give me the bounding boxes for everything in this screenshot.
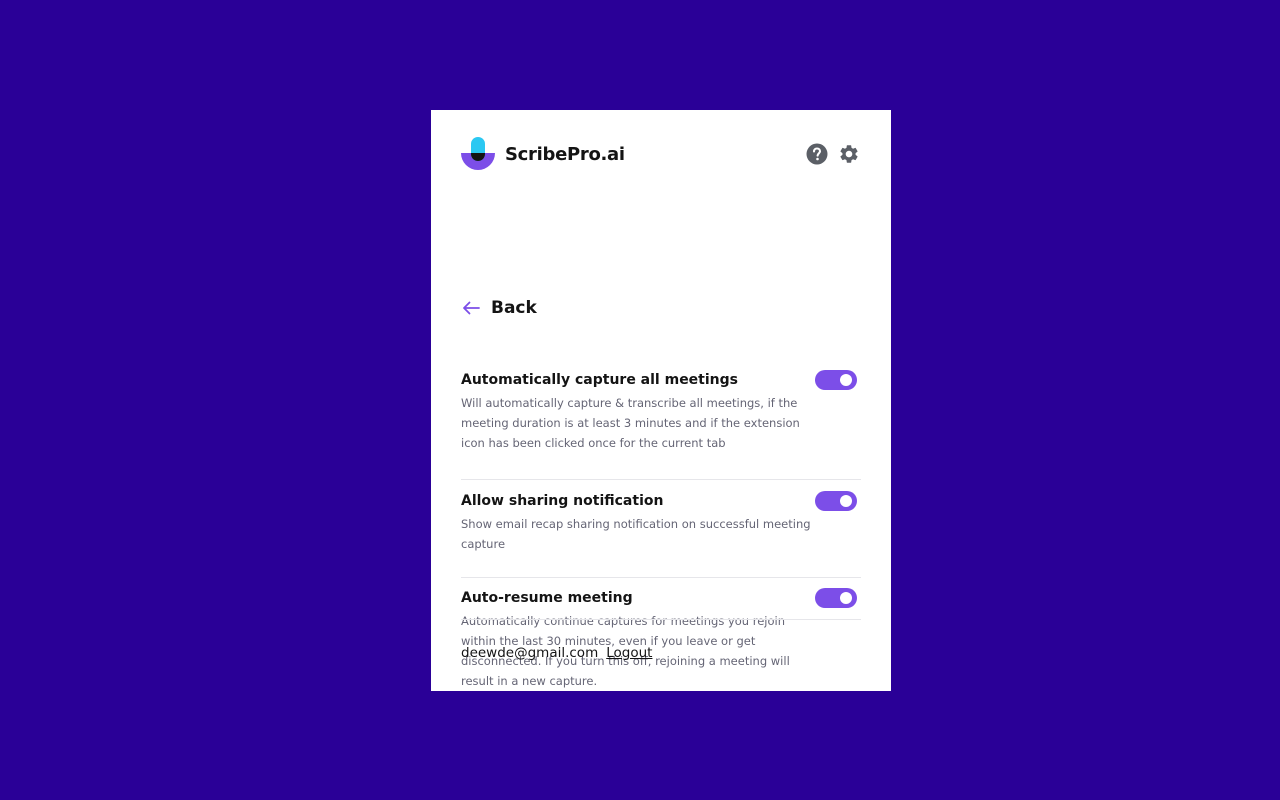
setting-description: Will automatically capture & transcribe … <box>461 396 800 450</box>
setting-title: Auto-resume meeting <box>461 590 633 606</box>
toggle-knob <box>840 495 852 507</box>
logout-link[interactable]: Logout <box>606 645 652 661</box>
setting-auto-resume: Auto-resume meeting Automatically contin… <box>461 578 861 688</box>
account-footer: deewde@gmail.com Logout <box>461 645 652 661</box>
setting-sharing-notification: Allow sharing notification Show email re… <box>461 480 861 578</box>
toggle-knob <box>840 592 852 604</box>
header-actions <box>806 143 860 165</box>
setting-description: Show email recap sharing notification on… <box>461 517 811 551</box>
setting-title: Automatically capture all meetings <box>461 372 738 388</box>
toggle-knob <box>840 374 852 386</box>
gear-icon[interactable] <box>838 143 860 165</box>
auto-capture-toggle[interactable] <box>815 370 857 390</box>
setting-title: Allow sharing notification <box>461 493 664 509</box>
setting-auto-capture: Automatically capture all meetings Will … <box>461 368 861 480</box>
auto-resume-toggle[interactable] <box>815 588 857 608</box>
help-icon[interactable] <box>806 143 828 165</box>
sharing-notification-toggle[interactable] <box>815 491 857 511</box>
settings-list: Automatically capture all meetings Will … <box>461 368 861 688</box>
back-label: Back <box>491 298 537 318</box>
header: ScribePro.ai <box>461 136 861 172</box>
user-email: deewde@gmail.com <box>461 645 599 661</box>
arrow-left-icon <box>463 301 480 315</box>
brand: ScribePro.ai <box>461 137 625 171</box>
back-button[interactable]: Back <box>461 298 537 318</box>
microphone-logo-icon <box>461 137 495 170</box>
footer-divider <box>461 619 861 620</box>
settings-panel: ScribePro.ai Back Automatically capture … <box>431 110 891 691</box>
brand-name: ScribePro.ai <box>505 143 625 165</box>
